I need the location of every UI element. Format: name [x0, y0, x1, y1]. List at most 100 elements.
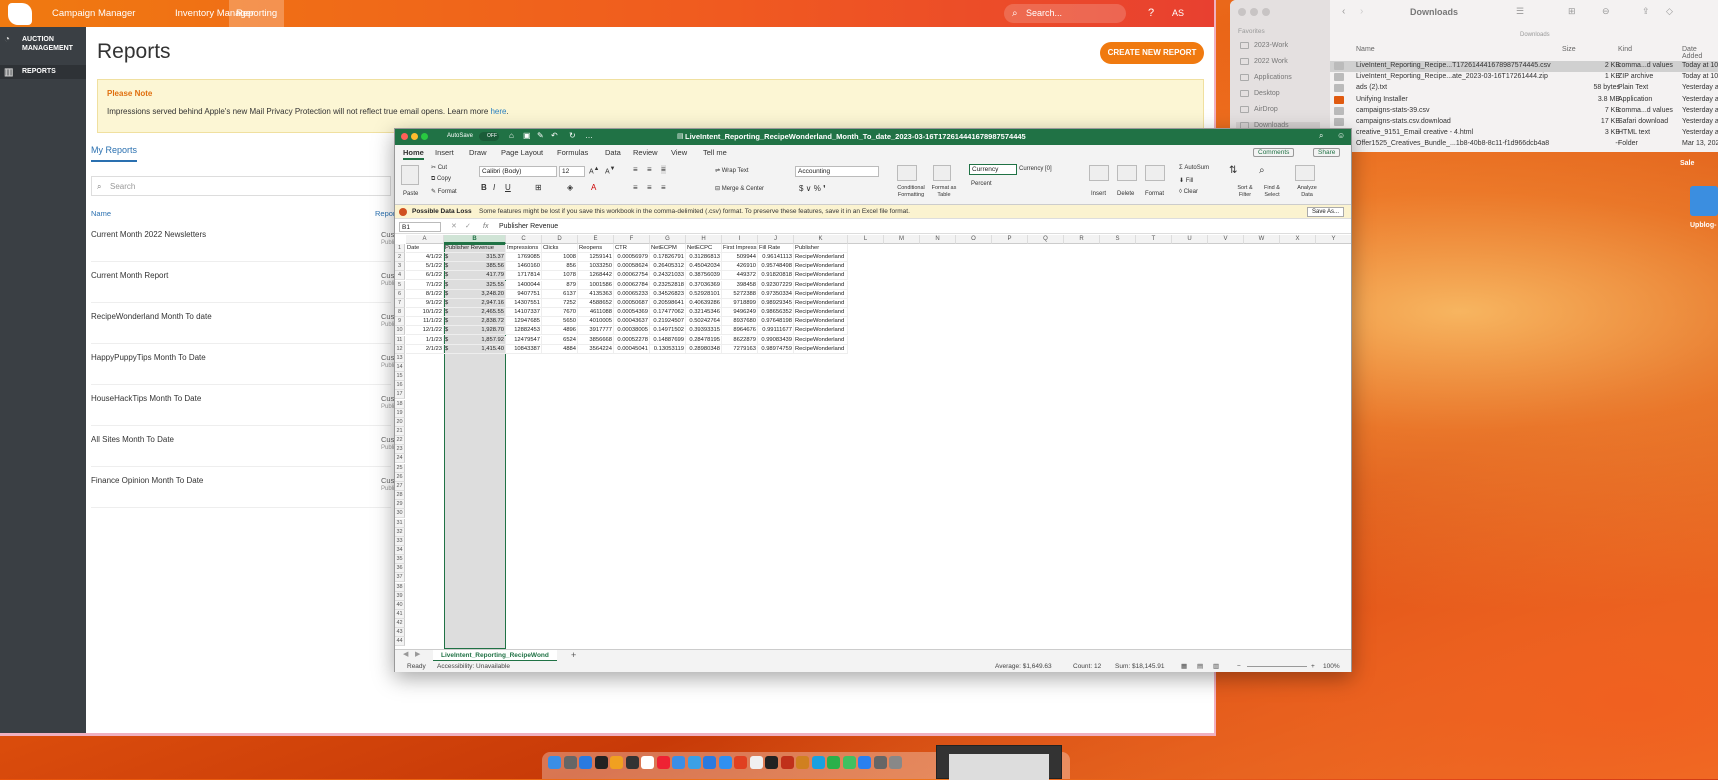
file-row[interactable]: Offer1525_Creatives_Bundle_...1b8-40b8-8…	[1330, 139, 1718, 150]
table-cell[interactable]: 0.28478195	[686, 335, 722, 345]
report-row[interactable]: All Sites Month To Date Custo Publish	[91, 427, 401, 467]
window-thumbnail[interactable]	[936, 745, 1062, 780]
table-cell[interactable]: 0.00056979	[614, 253, 650, 263]
format-icon[interactable]	[1145, 165, 1165, 181]
table-cell[interactable]: 0.21924507	[650, 317, 686, 327]
column-header[interactable]: S	[1100, 235, 1136, 244]
file-row[interactable]: Unifying Installer 3.8 MB Application Yeste…	[1330, 95, 1718, 106]
row-header[interactable]: 43	[395, 628, 405, 638]
row-header[interactable]: 22	[395, 436, 405, 446]
dock-app-icon[interactable]	[563, 756, 577, 769]
table-cell[interactable]: 0.00054369	[614, 308, 650, 318]
dock-app-icon[interactable]	[672, 756, 685, 769]
clear-button[interactable]: ◊ Clear	[1179, 189, 1198, 195]
file-row[interactable]: campaigns-stats-39.csv 7 KB comma...d valu…	[1330, 106, 1718, 117]
font-color-icon[interactable]: A	[591, 183, 596, 192]
zoom-out-icon[interactable]: −	[1237, 661, 1241, 672]
row-header[interactable]: 26	[395, 472, 405, 482]
row-header[interactable]: 37	[395, 573, 405, 583]
table-cell[interactable]: 398458	[722, 280, 758, 290]
align-top-icon[interactable]: ≡	[633, 165, 638, 174]
table-cell[interactable]: 0.39393315	[686, 326, 722, 336]
ribbon-tab[interactable]: Home	[403, 148, 424, 160]
save-as-button[interactable]: Save As...	[1307, 207, 1345, 217]
format-painter-button[interactable]: ✎ Format	[431, 188, 457, 195]
report-name[interactable]: All Sites Month To Date	[91, 435, 174, 444]
table-cell[interactable]: 856	[542, 262, 578, 272]
ribbon-tab[interactable]: Formulas	[557, 148, 588, 157]
table-cell[interactable]: RecipeWonderland	[794, 289, 848, 299]
table-cell[interactable]: 3856668	[578, 335, 614, 345]
ribbon-tab[interactable]: Draw	[469, 148, 487, 157]
table-cell[interactable]: 325.55	[456, 280, 506, 290]
analyze-data-icon[interactable]	[1295, 165, 1315, 181]
table-cell[interactable]: 0.00052278	[614, 335, 650, 345]
col-date-added[interactable]: Date Added	[1682, 46, 1718, 60]
table-cell[interactable]: 6524	[542, 335, 578, 345]
grid-view-icon[interactable]: ⊞	[1568, 6, 1576, 17]
page-break-icon[interactable]: ▥	[1213, 661, 1219, 672]
dock-app-icon[interactable]	[641, 756, 654, 769]
table-cell[interactable]: 385.56	[456, 262, 506, 272]
row-header[interactable]: 19	[395, 408, 405, 418]
column-header[interactable]: I	[722, 235, 758, 244]
dock-app-icon[interactable]	[625, 756, 639, 769]
table-cell[interactable]: 9407751	[506, 289, 542, 299]
worksheet-grid[interactable]: A B C D E F G H I J K L M N O P Q R S T U V W X Y 1 2 3 4 5 6 7 8 9 10 11 12…	[395, 235, 1351, 649]
column-header[interactable]: X	[1280, 235, 1316, 244]
column-header[interactable]: V	[1208, 235, 1244, 244]
column-header[interactable]: D	[542, 235, 578, 244]
sidebar-item-auction-management[interactable]: ◔ AUCTION MANAGEMENT	[0, 35, 86, 53]
ribbon-tab[interactable]: Review	[633, 148, 658, 157]
column-header[interactable]: L	[848, 235, 884, 244]
table-cell[interactable]: 0.14887699	[650, 335, 686, 345]
table-cell[interactable]: $	[444, 253, 456, 263]
table-cell[interactable]: 0.99083439	[758, 335, 794, 345]
underline-button[interactable]: U	[505, 183, 511, 192]
search-icon[interactable]: ⌕	[1319, 131, 1323, 141]
column-header[interactable]: H	[686, 235, 722, 244]
column-header-name[interactable]: Name	[91, 209, 111, 218]
header-cell[interactable]: Publisher Revenue	[444, 244, 506, 253]
table-cell[interactable]: 315.37	[456, 253, 506, 263]
table-cell[interactable]: RecipeWonderland	[794, 308, 848, 318]
table-cell[interactable]: 2/1/23	[406, 344, 444, 354]
header-cell[interactable]: Fill Rate	[758, 244, 794, 253]
table-cell[interactable]: RecipeWonderland	[794, 298, 848, 308]
dock-app-icon[interactable]	[734, 756, 747, 769]
row-header[interactable]: 8	[395, 308, 405, 318]
finder-sidebar-item[interactable]: Desktop	[1240, 90, 1280, 97]
ribbon-tab[interactable]: Page Layout	[501, 148, 543, 157]
table-cell[interactable]: 0.32145346	[686, 308, 722, 318]
find-select-button[interactable]: Find & Select	[1259, 185, 1285, 199]
page-layout-icon[interactable]: ▤	[1197, 661, 1203, 672]
fill-color-icon[interactable]: ◈	[567, 183, 573, 192]
table-cell[interactable]: 14107337	[506, 308, 542, 318]
header-cell[interactable]: NetECPM	[650, 244, 686, 253]
row-header[interactable]: 32	[395, 527, 405, 537]
table-cell[interactable]: 0.95748498	[758, 262, 794, 272]
row-header[interactable]: 30	[395, 509, 405, 519]
dock-app-icon[interactable]	[687, 756, 701, 769]
delete-button[interactable]: Delete	[1117, 191, 1134, 197]
table-cell[interactable]: RecipeWonderland	[794, 280, 848, 290]
column-header[interactable]: R	[1064, 235, 1100, 244]
table-cell[interactable]: 509944	[722, 253, 758, 263]
row-header[interactable]: 1	[395, 244, 405, 253]
table-cell[interactable]: $	[444, 326, 456, 336]
column-header[interactable]: Y	[1316, 235, 1351, 244]
report-name[interactable]: Finance Opinion Month To Date	[91, 476, 203, 485]
bold-button[interactable]: B	[481, 183, 487, 192]
nav-campaign-manager[interactable]: Campaign Manager	[45, 0, 142, 27]
table-cell[interactable]: 0.34526823	[650, 289, 686, 299]
action-icon[interactable]: ⊖	[1602, 6, 1610, 17]
fill-button[interactable]: ⬇ Fill	[1179, 177, 1193, 184]
header-cell[interactable]: CTR	[614, 244, 650, 253]
report-name[interactable]: Current Month Report	[91, 271, 168, 280]
header-cell[interactable]: Publisher	[794, 244, 848, 253]
table-cell[interactable]: RecipeWonderland	[794, 335, 848, 345]
edit-icon[interactable]: ✎	[537, 131, 544, 140]
table-cell[interactable]: 0.91820818	[758, 271, 794, 281]
table-cell[interactable]: 1259141	[578, 253, 614, 263]
dock-app-icon[interactable]	[889, 756, 902, 769]
